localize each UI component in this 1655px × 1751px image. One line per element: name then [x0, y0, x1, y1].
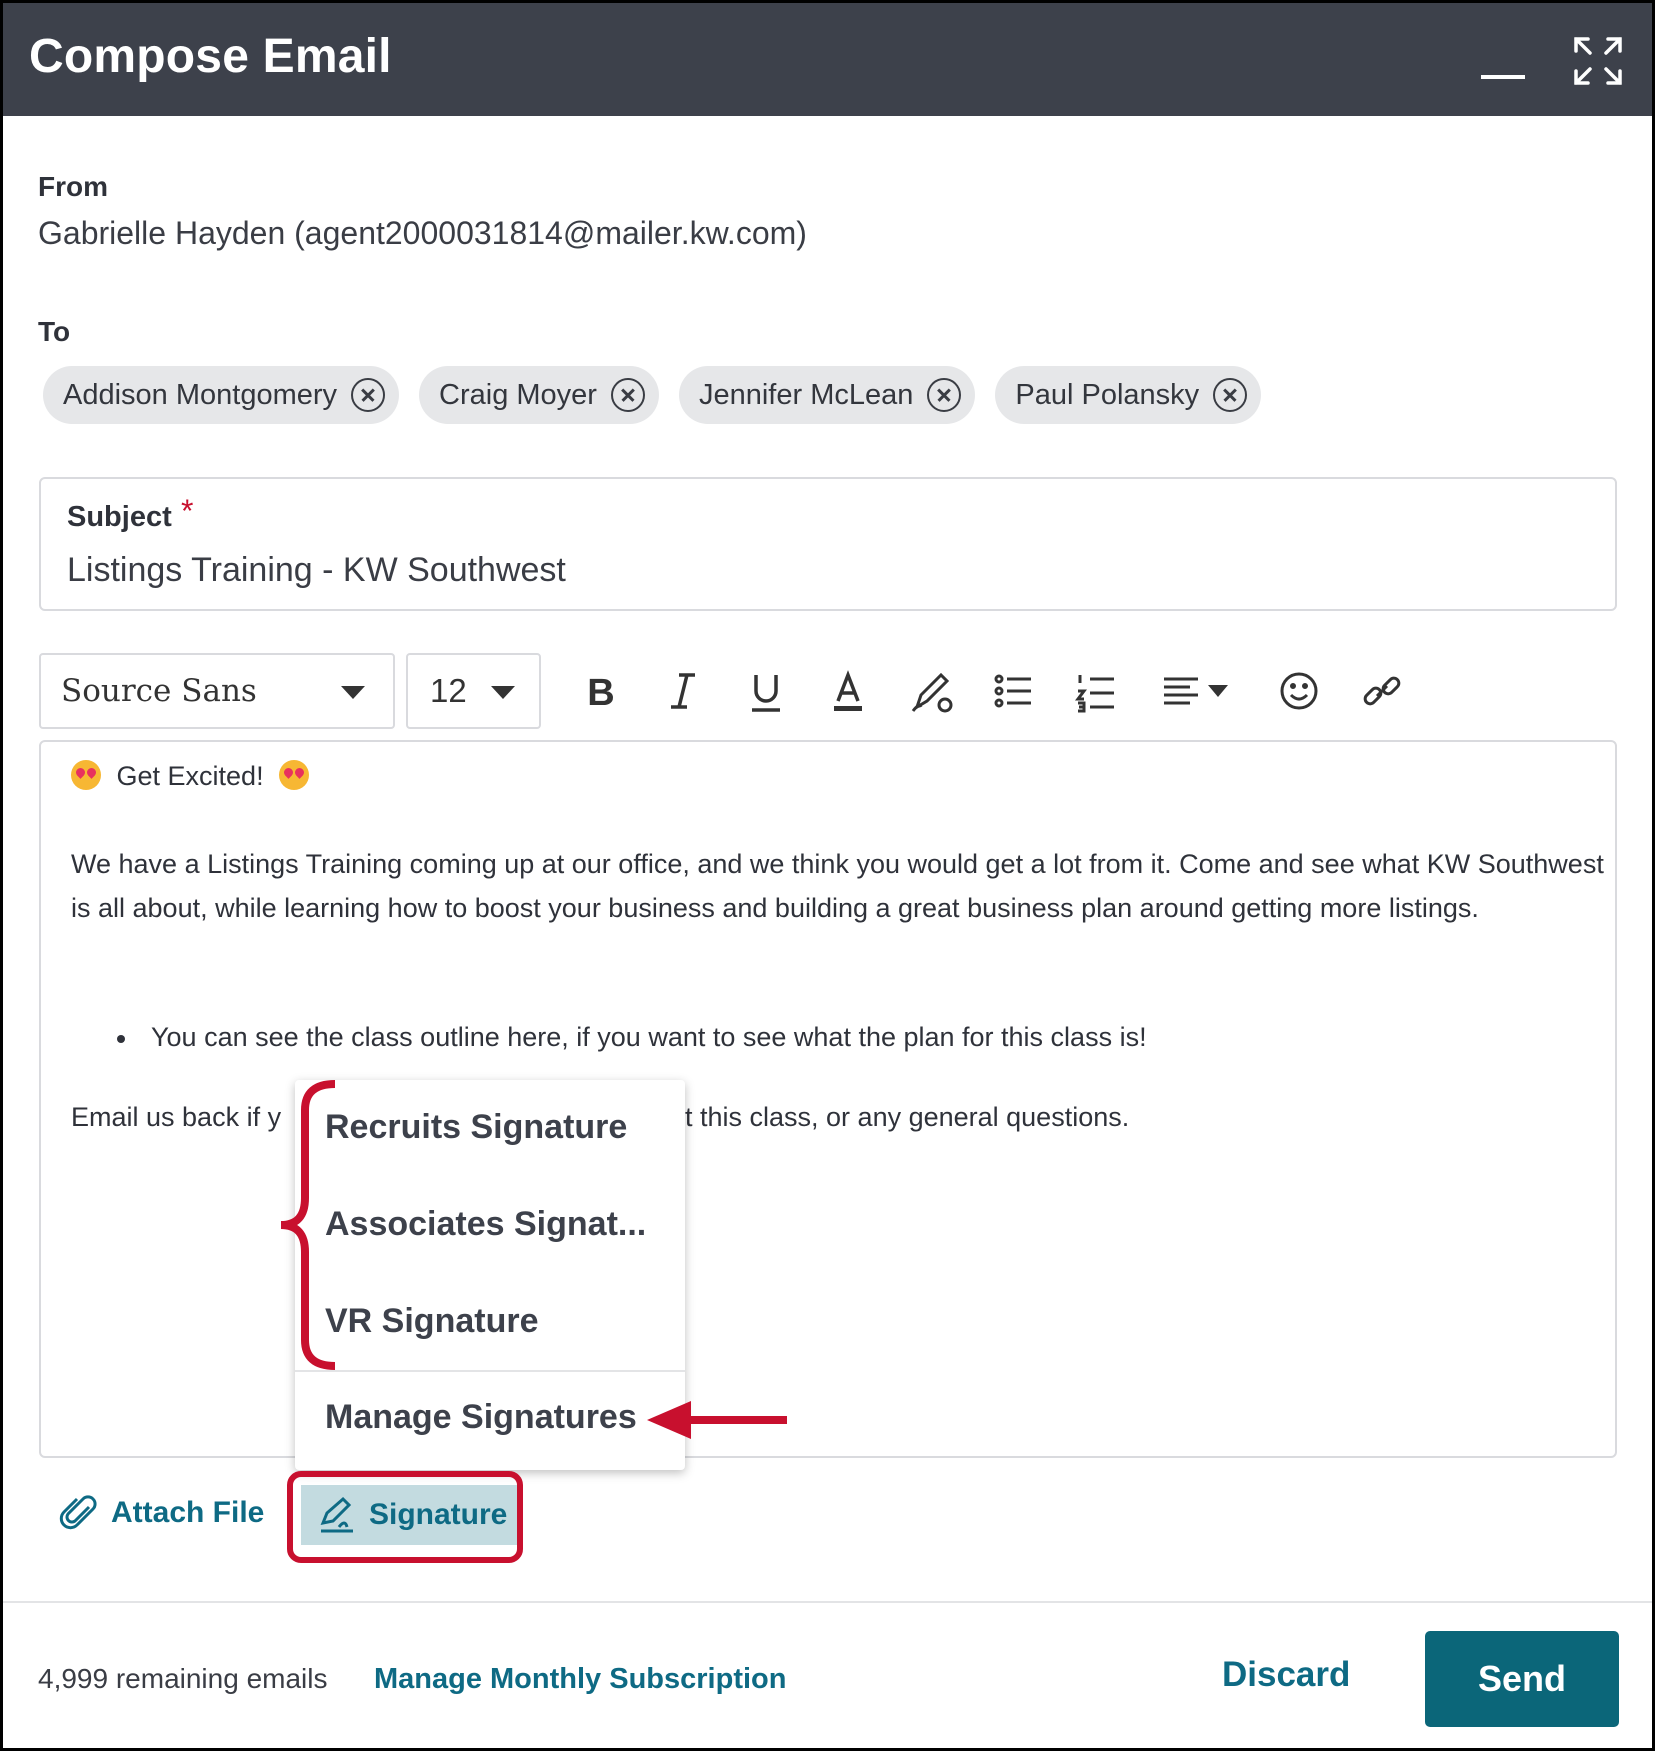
link-icon[interactable]: [1356, 665, 1408, 717]
remove-recipient-icon[interactable]: [610, 378, 645, 412]
to-label: To: [38, 316, 71, 347]
signature-menu-item[interactable]: Recruits Signature: [325, 1108, 627, 1147]
body-paragraph: We have a Listings Training coming up at…: [71, 849, 1604, 923]
greeting-line: Get Excited!: [71, 760, 310, 792]
email-body-editor[interactable]: Get Excited! We have a Listings Training…: [39, 740, 1617, 1458]
heart-eyes-emoji-icon: [279, 760, 310, 790]
signature-menu-item[interactable]: Associates Signat...: [325, 1205, 646, 1244]
numbered-list-icon[interactable]: [1070, 665, 1122, 717]
recipient-chip: Paul Polansky: [995, 366, 1262, 424]
subject-input[interactable]: Listings Training - KW Southwest: [67, 551, 566, 590]
recipient-name: Addison Montgomery: [63, 378, 338, 411]
expand-icon[interactable]: [1568, 31, 1628, 91]
chevron-down-icon: [491, 686, 515, 699]
text-color-icon[interactable]: [822, 665, 874, 717]
window-header: Compose Email: [3, 3, 1652, 116]
closing-line-start: Email us back if y: [71, 1102, 282, 1132]
font-family-select[interactable]: Source Sans: [39, 653, 395, 729]
attach-file-label: Attach File: [111, 1496, 265, 1529]
window-title: Compose Email: [29, 30, 392, 83]
recipient-name: Paul Polansky: [1015, 378, 1200, 411]
from-address: Gabrielle Hayden (agent2000031814@mailer…: [38, 215, 807, 251]
remove-recipient-icon[interactable]: [351, 378, 386, 412]
recipient-name: Craig Moyer: [439, 378, 597, 411]
font-size-select[interactable]: 12: [406, 653, 541, 729]
emoji-icon[interactable]: [1273, 665, 1325, 717]
align-icon[interactable]: [1158, 665, 1238, 717]
remaining-emails-count: 4,999 remaining emails: [38, 1663, 328, 1694]
attach-file-button[interactable]: Attach File: [59, 1493, 264, 1533]
recipient-chip: Jennifer McLean: [678, 366, 976, 424]
recipient-chip: Craig Moyer: [419, 366, 659, 424]
remove-recipient-icon[interactable]: [927, 378, 962, 412]
menu-divider: [295, 1370, 685, 1372]
from-label: From: [38, 171, 108, 202]
bullet-list-icon[interactable]: [987, 665, 1039, 717]
font-size-value: 12: [430, 672, 467, 709]
underline-icon[interactable]: [740, 665, 792, 717]
remove-recipient-icon[interactable]: [1213, 378, 1248, 412]
manage-subscription-link[interactable]: Manage Monthly Subscription: [374, 1663, 786, 1696]
italic-icon[interactable]: [657, 665, 709, 717]
chevron-down-icon: [341, 686, 365, 699]
paperclip-icon: [59, 1495, 97, 1530]
highlight-icon[interactable]: [905, 665, 957, 717]
annotation-highlight-box: [287, 1471, 523, 1563]
recipient-chip: Addison Montgomery: [43, 366, 400, 424]
minimize-icon[interactable]: [1473, 31, 1533, 91]
discard-button[interactable]: Discard: [1222, 1655, 1350, 1695]
send-button[interactable]: Send: [1425, 1631, 1619, 1727]
greeting-text: Get Excited!: [116, 761, 264, 791]
compose-email-window: Compose Email From Gabrielle Hayden (age…: [0, 0, 1655, 1751]
signature-menu-item[interactable]: VR Signature: [325, 1302, 538, 1341]
manage-signatures-item[interactable]: Manage Signatures: [325, 1398, 637, 1437]
subject-label: Subject: [67, 501, 172, 533]
recipient-name: Jennifer McLean: [698, 378, 914, 411]
bullet-item: You can see the class outline here, if y…: [117, 1022, 1147, 1052]
closing-line-end: t this class, or any general questions.: [685, 1102, 1130, 1132]
font-family-value: Source Sans: [61, 673, 257, 709]
signature-menu: Recruits Signature Associates Signat... …: [295, 1080, 685, 1470]
recipient-list: Addison Montgomery Craig Moyer Jennifer …: [43, 366, 1262, 424]
footer-divider: [3, 1601, 1652, 1603]
heart-eyes-emoji-icon: [71, 760, 101, 790]
required-marker: *: [181, 493, 194, 529]
subject-field[interactable]: Subject * Listings Training - KW Southwe…: [39, 477, 1617, 611]
svg-text:B: B: [587, 672, 614, 714]
bold-icon[interactable]: B: [575, 665, 627, 717]
